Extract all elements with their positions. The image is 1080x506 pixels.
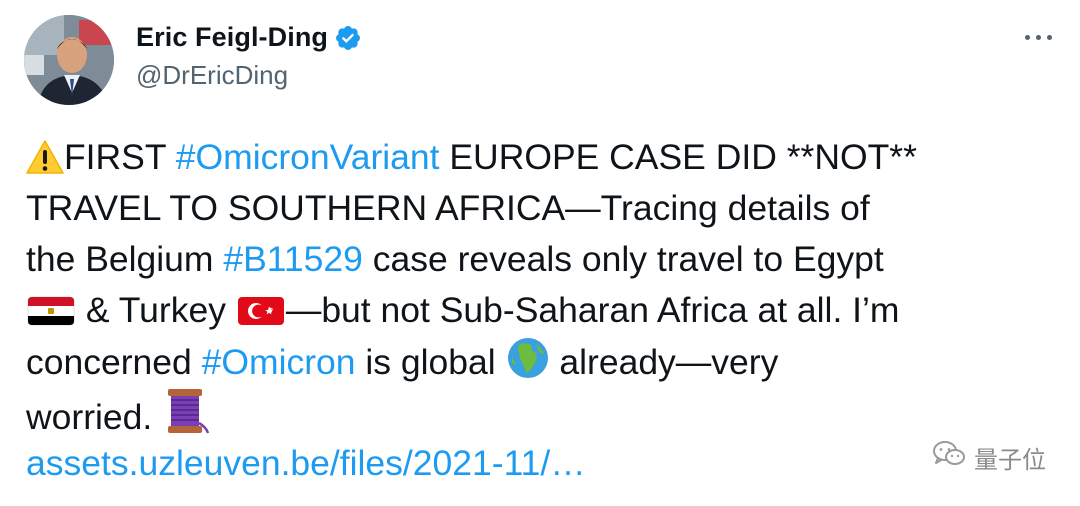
tweet-line-1: FIRST #OmicronVariant EUROPE CASE DID **…	[26, 132, 1056, 183]
author-handle[interactable]: @DrEricDing	[136, 60, 288, 91]
watermark-text: 量子位	[974, 447, 1046, 474]
tweet-line-7: assets.uzleuven.be/files/2021-11/…	[26, 438, 1056, 489]
hashtag-omicronvariant[interactable]: #OmicronVariant	[176, 137, 440, 177]
tweet-line-6: worried.	[26, 387, 1056, 438]
hashtag-omicron[interactable]: #Omicron	[202, 342, 356, 382]
avatar[interactable]	[24, 15, 114, 105]
tweet-text: FIRST #OmicronVariant EUROPE CASE DID **…	[26, 132, 1056, 489]
tweet-link[interactable]: assets.uzleuven.be/files/2021-11/…	[26, 443, 586, 483]
tweet-card: Eric Feigl-Ding @DrEricDing FIRST #Omicr…	[0, 0, 1080, 506]
egypt-flag-icon	[26, 291, 76, 342]
turkey-flag-icon	[236, 291, 286, 342]
author-name-row[interactable]: Eric Feigl-Ding	[136, 22, 362, 53]
tweet-line-5: concerned #Omicron is global already—ver…	[26, 336, 1056, 387]
author-display-name[interactable]: Eric Feigl-Ding	[136, 22, 328, 53]
verified-badge-icon	[334, 24, 362, 52]
tweet-line-3: the Belgium #B11529 case reveals only tr…	[26, 239, 884, 279]
hashtag-b11529[interactable]: #B11529	[223, 239, 363, 279]
tweet-line-2: TRAVEL TO SOUTHERN AFRICA—Tracing detail…	[26, 188, 870, 228]
globe-africa-icon	[506, 336, 550, 394]
wechat-icon	[932, 440, 966, 475]
watermark: 量子位	[932, 440, 1046, 475]
tweet-line-4: & Turkey —but not Sub-Saharan Africa at …	[26, 285, 1056, 336]
more-options-icon[interactable]	[1018, 22, 1058, 52]
warning-icon	[26, 138, 64, 189]
